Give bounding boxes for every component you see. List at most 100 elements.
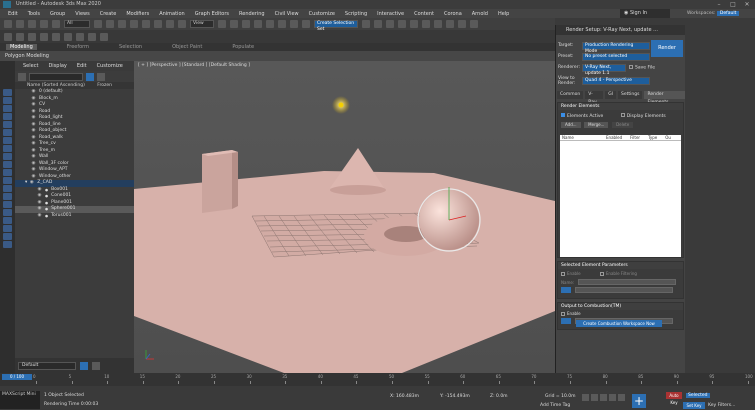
- combustion-header[interactable]: Output to Combustion(TM): [558, 303, 683, 310]
- rotate-icon[interactable]: [154, 20, 162, 28]
- tab-modeling[interactable]: Modeling: [6, 44, 37, 50]
- render-tab-v-ray[interactable]: V-Ray: [585, 91, 604, 105]
- side-tool-icon[interactable]: [3, 145, 12, 152]
- sort-icon[interactable]: [97, 72, 105, 81]
- vray-dome-icon[interactable]: [64, 32, 72, 41]
- save-file-checkbox[interactable]: Save File: [629, 64, 655, 70]
- angle-snap-icon[interactable]: [266, 20, 274, 28]
- delete-button[interactable]: Delete: [612, 121, 634, 128]
- mirror-icon[interactable]: [362, 20, 370, 28]
- snaps-toggle-icon[interactable]: [254, 20, 262, 28]
- render-setup-icon[interactable]: [446, 20, 454, 28]
- side-tool-icon[interactable]: [3, 153, 12, 160]
- go-to-end-icon[interactable]: [618, 394, 625, 401]
- vray-proxy-icon[interactable]: [76, 32, 84, 41]
- create-combustion-button[interactable]: Create Combustion Workspace Now: [576, 320, 662, 327]
- window-crossing-icon[interactable]: [130, 20, 138, 28]
- layer-toggle-icon[interactable]: [80, 361, 88, 370]
- elements-active-checkbox[interactable]: Elements Active: [561, 113, 603, 119]
- layer-explorer-icon[interactable]: [386, 20, 394, 28]
- tab-selection[interactable]: Selection: [119, 44, 142, 50]
- scene-menu-display[interactable]: Display: [48, 63, 66, 69]
- side-tool-icon[interactable]: [3, 97, 12, 104]
- tab-populate[interactable]: Populate: [232, 44, 254, 50]
- render-production-icon[interactable]: [470, 20, 478, 28]
- side-tool-icon[interactable]: [3, 137, 12, 144]
- selected-element-header[interactable]: Selected Element Parameters: [558, 262, 683, 269]
- side-tool-icon[interactable]: [3, 105, 12, 112]
- side-tool-icon[interactable]: [3, 209, 12, 216]
- move-icon[interactable]: [142, 20, 150, 28]
- menu-item-interactive[interactable]: Interactive: [377, 11, 404, 17]
- signin-button[interactable]: ◉ Sign In: [620, 9, 670, 18]
- combustion-enable-checkbox[interactable]: Enable: [561, 311, 581, 316]
- side-tool-icon[interactable]: [3, 129, 12, 136]
- percent-snap-icon[interactable]: [278, 20, 286, 28]
- select-object-icon[interactable]: [94, 20, 102, 28]
- combustion-browse-button[interactable]: [561, 318, 571, 324]
- render-elements-list[interactable]: Name Enabled Filter Type Ou: [560, 135, 681, 257]
- column-name[interactable]: Name: [562, 135, 598, 140]
- rectangle-selection-icon[interactable]: [118, 20, 126, 28]
- selection-filter-dropdown[interactable]: All: [64, 20, 90, 28]
- go-to-start-icon[interactable]: [582, 394, 589, 401]
- align-icon[interactable]: [374, 20, 382, 28]
- enable-filtering-checkbox[interactable]: Enable Filtering: [599, 271, 637, 276]
- menu-item-graph-editors[interactable]: Graph Editors: [195, 11, 229, 17]
- render-tab-gi[interactable]: GI: [605, 91, 617, 99]
- scene-menu-customize[interactable]: Customize: [97, 63, 123, 69]
- undo-icon[interactable]: [4, 20, 12, 28]
- column-ou[interactable]: Ou: [665, 135, 671, 140]
- column-type[interactable]: Type: [648, 135, 657, 140]
- minimize-icon[interactable]: –: [712, 0, 726, 9]
- menu-item-civil-view[interactable]: Civil View: [275, 11, 299, 17]
- side-tool-icon[interactable]: [3, 177, 12, 184]
- light-lister-icon[interactable]: [28, 32, 36, 41]
- vray-icon[interactable]: [4, 32, 12, 41]
- browse-button[interactable]: [561, 287, 571, 293]
- select-manipulate-icon[interactable]: [230, 20, 238, 28]
- display-elements-checkbox[interactable]: Display Elements: [620, 113, 666, 119]
- scene-menu-edit[interactable]: Edit: [77, 63, 87, 69]
- menu-item-scripting[interactable]: Scripting: [345, 11, 367, 17]
- unlink-icon[interactable]: [40, 20, 48, 28]
- reference-coord-dropdown[interactable]: View: [190, 20, 214, 28]
- find-field[interactable]: [29, 72, 83, 81]
- renderer-dropdown[interactable]: V-Ray Next, update 1.1: [582, 63, 626, 76]
- render-tab-render-elements[interactable]: Render Elements: [644, 91, 686, 105]
- redo-icon[interactable]: [16, 20, 24, 28]
- layer-options-icon[interactable]: [92, 361, 100, 370]
- scene-explorer-icon[interactable]: [398, 20, 406, 28]
- placement-icon[interactable]: [178, 20, 186, 28]
- menu-item-help[interactable]: Help: [498, 11, 509, 17]
- spinner-snap-icon[interactable]: [290, 20, 298, 28]
- menu-item-create[interactable]: Create: [100, 11, 117, 17]
- rendered-frame-window-icon[interactable]: [458, 20, 466, 28]
- link-icon[interactable]: [28, 20, 36, 28]
- named-selection-dropdown[interactable]: Create Selection Set: [314, 20, 358, 32]
- tab-object-paint[interactable]: Object Paint: [172, 44, 202, 50]
- add-button[interactable]: Add...: [561, 121, 581, 128]
- menu-item-arnold[interactable]: Arnold: [472, 11, 488, 17]
- next-frame-icon[interactable]: [609, 394, 616, 401]
- side-tool-icon[interactable]: [3, 121, 12, 128]
- coord-y[interactable]: Y: -154.493m: [440, 394, 470, 399]
- menu-item-group[interactable]: Group: [50, 11, 65, 17]
- menu-item-content[interactable]: Content: [414, 11, 434, 17]
- bind-spacewarp-icon[interactable]: [52, 20, 60, 28]
- coord-z[interactable]: Z: 0.0m: [490, 394, 508, 399]
- side-tool-icon[interactable]: [3, 185, 12, 192]
- side-tool-icon[interactable]: [3, 193, 12, 200]
- curve-editor-icon[interactable]: [410, 20, 418, 28]
- vray-plane-icon[interactable]: [88, 32, 96, 41]
- search-icon[interactable]: [18, 72, 26, 81]
- render-button[interactable]: Render: [651, 40, 683, 57]
- side-tool-icon[interactable]: [3, 217, 12, 224]
- coord-x[interactable]: X: 160.483m: [390, 394, 419, 399]
- layer-dropdown[interactable]: Default: [18, 361, 76, 370]
- side-tool-icon[interactable]: [3, 169, 12, 176]
- box-object[interactable]: [202, 150, 238, 213]
- render-tab-settings[interactable]: Settings: [618, 91, 643, 99]
- add-time-tag[interactable]: Add Time Tag: [540, 403, 570, 408]
- schematic-view-icon[interactable]: [422, 20, 430, 28]
